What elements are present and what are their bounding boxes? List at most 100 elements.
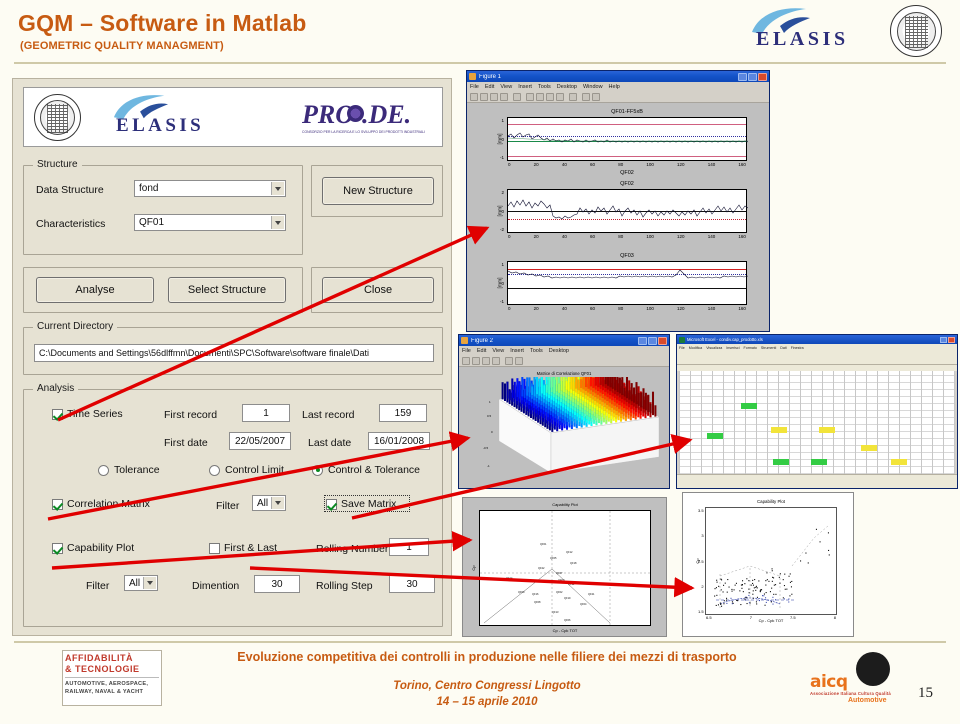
- corr-filter-dropdown[interactable]: All: [252, 495, 286, 511]
- radio-control-tolerance[interactable]: Control & Tolerance: [312, 464, 420, 476]
- open-icon-2[interactable]: [472, 356, 480, 365]
- rolling-number-field[interactable]: 1: [389, 538, 429, 556]
- excel-window-controls[interactable]: [940, 336, 955, 343]
- zoom-in-icon-2[interactable]: [505, 356, 513, 365]
- excel-menu-window[interactable]: Finestra: [791, 346, 804, 350]
- zoom-in-icon[interactable]: [526, 92, 534, 101]
- chevron-down-icon[interactable]: [271, 182, 284, 195]
- cap-filter-dropdown[interactable]: All: [124, 575, 158, 591]
- new-figure-icon-2[interactable]: [462, 356, 470, 365]
- rotate-3d-icon-2[interactable]: [515, 356, 523, 365]
- excel-sheet-grid[interactable]: [679, 371, 955, 474]
- capability-plot-checkbox[interactable]: Capability Plot: [52, 542, 134, 554]
- last-date-field[interactable]: 16/01/2008: [368, 432, 430, 450]
- excel-menu-file[interactable]: File: [679, 346, 685, 350]
- menu-insert-2[interactable]: Insert: [510, 348, 524, 354]
- colorbar-icon[interactable]: [582, 92, 590, 101]
- new-structure-button[interactable]: New Structure: [322, 177, 434, 205]
- excel-minimize-button[interactable]: [940, 336, 947, 343]
- minimize-button-2[interactable]: [638, 336, 647, 345]
- rolling-step-field[interactable]: 30: [389, 575, 435, 593]
- excel-menu-edit[interactable]: Modifica: [689, 346, 702, 350]
- maximize-button-2[interactable]: [648, 336, 657, 345]
- excel-titlebar[interactable]: Microsoft Excel - condiv.cap_prodotto.xl…: [677, 335, 957, 344]
- close-window-button-2[interactable]: [658, 336, 667, 345]
- excel-toolbar[interactable]: [677, 351, 957, 365]
- menu-tools-2[interactable]: Tools: [530, 348, 543, 354]
- save-icon[interactable]: [490, 92, 498, 101]
- rotate-3d-icon[interactable]: [556, 92, 564, 101]
- figure2-menubar[interactable]: File Edit View Insert Tools Desktop: [459, 346, 669, 355]
- excel-menu-tools[interactable]: Strumenti: [761, 346, 776, 350]
- legend-icon[interactable]: [592, 92, 600, 101]
- figure1-titlebar[interactable]: Figure 1: [467, 71, 769, 82]
- current-directory-field[interactable]: C:\Documents and Settings\56dlffmn\Docum…: [34, 344, 434, 362]
- analyse-button[interactable]: Analyse: [36, 277, 154, 303]
- data-cursor-icon[interactable]: [569, 92, 577, 101]
- menu-window[interactable]: Window: [583, 84, 603, 90]
- last-record-field[interactable]: 159: [379, 404, 427, 422]
- correlation-matrix-checkbox[interactable]: Correlation Matrix: [52, 498, 150, 510]
- characteristics-dropdown[interactable]: QF01: [134, 214, 286, 231]
- data-structure-dropdown[interactable]: fond: [134, 180, 286, 197]
- excel-menu-view[interactable]: Visualizza: [706, 346, 722, 350]
- zoom-out-icon[interactable]: [536, 92, 544, 101]
- time-series-checkbox[interactable]: Time Series: [52, 408, 123, 420]
- first-last-checkbox[interactable]: First & Last: [209, 542, 277, 554]
- maximize-button[interactable]: [748, 72, 757, 81]
- dimention-field[interactable]: 30: [254, 575, 300, 593]
- excel-menu-insert[interactable]: Inserisci: [726, 346, 739, 350]
- close-window-button[interactable]: [758, 72, 767, 81]
- menu-view[interactable]: View: [500, 84, 512, 90]
- pan-icon[interactable]: [546, 92, 554, 101]
- checkbox-box-2[interactable]: [52, 498, 63, 510]
- chevron-down-icon-2[interactable]: [271, 216, 284, 229]
- window-controls-2[interactable]: [638, 336, 667, 345]
- close-button[interactable]: Close: [322, 277, 434, 303]
- figure2-title: Figure 2: [471, 337, 494, 344]
- print-icon[interactable]: [500, 92, 508, 101]
- radio-control-limit[interactable]: Control Limit: [209, 464, 284, 476]
- menu-view-2[interactable]: View: [492, 348, 504, 354]
- cursor-icon[interactable]: [513, 92, 521, 101]
- highlighted-cell: [707, 433, 723, 439]
- menu-help[interactable]: Help: [609, 84, 620, 90]
- radio-circle-2[interactable]: [209, 464, 220, 476]
- checkbox-box-5[interactable]: [209, 542, 220, 554]
- select-structure-button[interactable]: Select Structure: [168, 277, 286, 303]
- radio-circle[interactable]: [98, 464, 109, 476]
- excel-menu-data[interactable]: Dati: [780, 346, 786, 350]
- window-controls[interactable]: [738, 72, 767, 81]
- figure2-titlebar[interactable]: Figure 2: [459, 335, 669, 346]
- chevron-down-icon-3[interactable]: [271, 497, 284, 509]
- save-icon-2[interactable]: [482, 356, 490, 365]
- menu-insert[interactable]: Insert: [518, 84, 532, 90]
- figure2-toolbar[interactable]: [459, 355, 669, 367]
- chevron-down-icon-4[interactable]: [143, 577, 156, 589]
- menu-desktop-2[interactable]: Desktop: [549, 348, 569, 354]
- menu-edit[interactable]: Edit: [485, 84, 494, 90]
- figure1-toolbar[interactable]: [467, 91, 769, 103]
- menu-tools[interactable]: Tools: [538, 84, 551, 90]
- radio-circle-3[interactable]: [312, 464, 323, 476]
- new-figure-icon[interactable]: [470, 92, 478, 101]
- menu-edit-2[interactable]: Edit: [477, 348, 486, 354]
- excel-sheet-tabs[interactable]: [677, 474, 957, 488]
- minimize-button[interactable]: [738, 72, 747, 81]
- menu-file-2[interactable]: File: [462, 348, 471, 354]
- excel-close-button[interactable]: [948, 336, 955, 343]
- checkbox-box[interactable]: [52, 408, 63, 420]
- last-record-label: Last record: [302, 409, 355, 421]
- excel-menubar[interactable]: File Modifica Visualizza Inserisci Forma…: [677, 344, 957, 351]
- menu-desktop[interactable]: Desktop: [557, 84, 577, 90]
- radio-tolerance[interactable]: Tolerance: [98, 464, 160, 476]
- checkbox-box-4[interactable]: [52, 542, 63, 554]
- excel-menu-format[interactable]: Formato: [744, 346, 757, 350]
- highlighted-cell: [741, 403, 757, 409]
- figure1-menubar[interactable]: File Edit View Insert Tools Desktop Wind…: [467, 82, 769, 91]
- print-icon-2[interactable]: [492, 356, 500, 365]
- open-icon[interactable]: [480, 92, 488, 101]
- first-date-field[interactable]: 22/05/2007: [229, 432, 291, 450]
- first-record-field[interactable]: 1: [242, 404, 290, 422]
- menu-file[interactable]: File: [470, 84, 479, 90]
